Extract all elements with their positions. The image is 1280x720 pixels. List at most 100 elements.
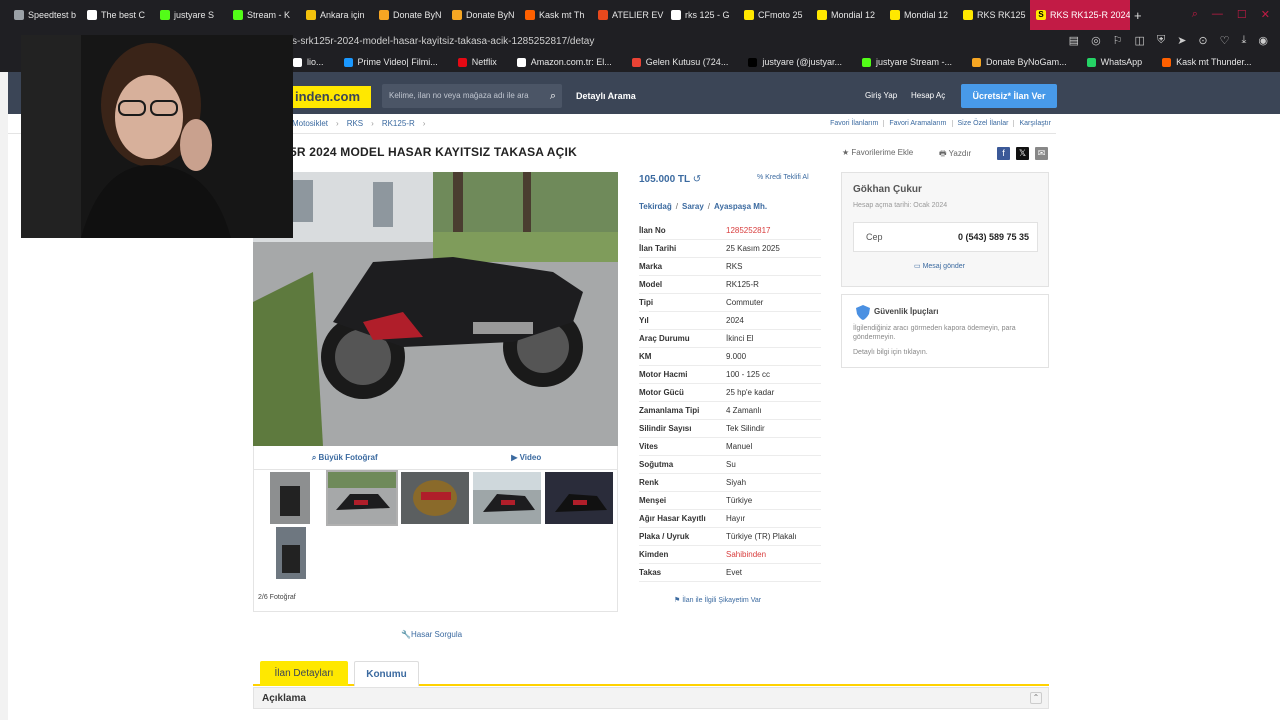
wrench-icon: 🔧: [401, 630, 411, 639]
heart-icon[interactable]: ♡: [1220, 34, 1230, 47]
thumbnail-3[interactable]: [401, 472, 469, 524]
chevron-up-icon[interactable]: ⌃: [1030, 692, 1042, 704]
new-tab-icon[interactable]: +: [1134, 8, 1142, 23]
thumbnail-4[interactable]: [473, 472, 541, 524]
compare-link[interactable]: Karşılaştır: [1013, 120, 1056, 127]
bookmark-item[interactable]: Kask mt Thunder...: [1162, 57, 1251, 67]
url-field[interactable]: s-srk125r-2024-model-hasar-kayitsiz-taka…: [292, 36, 594, 47]
breadcrumb-item[interactable]: RK125-R: [382, 119, 415, 128]
attribute-row: Motor Gücü 25 hp'e kadar: [639, 384, 821, 402]
attribute-value[interactable]: 1285252817: [726, 226, 771, 235]
special-listings-link[interactable]: Size Özel İlanlar: [951, 120, 1014, 127]
bookmark-item[interactable]: WhatsApp: [1086, 57, 1142, 67]
browser-tab[interactable]: rks 125 - G: [665, 0, 738, 30]
thumbnail-6[interactable]: [276, 527, 306, 579]
bookmark-item[interactable]: Prime Video| Filmi...: [343, 57, 438, 67]
bookmark-item[interactable]: Amazon.com.tr: El...: [516, 57, 612, 67]
print-button[interactable]: 🖶 Yazdır: [939, 148, 971, 162]
video-tab[interactable]: ▶ Video: [436, 453, 618, 462]
browser-tab[interactable]: CFmoto 25: [738, 0, 811, 30]
send-message-button[interactable]: ▭ Mesaj gönder: [914, 262, 965, 270]
close-icon[interactable]: ✕: [1261, 8, 1270, 21]
large-photo-tab[interactable]: ⌕ Büyük Fotoğraf: [254, 453, 436, 463]
attribute-value: Commuter: [726, 298, 764, 307]
thumbnail-1[interactable]: [270, 472, 310, 524]
browser-tab[interactable]: Donate ByN: [446, 0, 519, 30]
post-ad-button[interactable]: Ücretsiz* İlan Ver: [961, 84, 1057, 108]
favorite-listings-link[interactable]: Favori İlanlarım: [825, 120, 883, 127]
site-search-input[interactable]: Kelime, ilan no veya mağaza adı ile ara …: [382, 84, 562, 108]
search-icon[interactable]: ⌕: [550, 84, 556, 108]
pin-icon[interactable]: ⊙: [1198, 34, 1207, 47]
browser-tab[interactable]: Donate ByN: [373, 0, 446, 30]
tab-listing-details[interactable]: İlan Detayları: [260, 661, 348, 686]
sidebar-icon[interactable]: ▤: [1069, 34, 1079, 47]
facebook-icon[interactable]: f: [997, 147, 1010, 160]
loan-offer-link[interactable]: % Kredi Teklifi Al: [757, 174, 809, 181]
location-city[interactable]: Tekirdağ: [639, 202, 672, 211]
browser-tab[interactable]: Stream - K: [227, 0, 300, 30]
thumbnail-5[interactable]: [545, 472, 613, 524]
price-history-icon[interactable]: ↺: [693, 174, 701, 185]
browser-tab[interactable]: Speedtest b: [8, 0, 81, 30]
site-logo[interactable]: inden.com: [293, 86, 371, 108]
browser-tab[interactable]: Ankara için: [300, 0, 373, 30]
browser-tab[interactable]: ATELIER EV: [592, 0, 665, 30]
browser-tab[interactable]: Mondial 12: [811, 0, 884, 30]
bookmark-item[interactable]: Donate ByNoGam...: [972, 57, 1067, 67]
attribute-value: RKS: [726, 262, 743, 271]
browser-tab[interactable]: RKS RK125: [957, 0, 1030, 30]
report-listing-link[interactable]: ⚑ İlan ile İlgili Şikayetim Var: [674, 596, 761, 604]
breadcrumb-item[interactable]: Motosiklet: [292, 119, 328, 128]
bookmark-item[interactable]: Netflix: [457, 57, 497, 67]
attribute-value: 25 hp'e kadar: [726, 388, 775, 397]
bookmark-item[interactable]: justyare Stream -...: [862, 57, 952, 67]
phone-number[interactable]: 0 (543) 589 75 35: [958, 232, 1029, 242]
attribute-row: Zamanlama Tipi 4 Zamanlı: [639, 402, 821, 420]
bookmark-item[interactable]: Gelen Kutusu (724...: [631, 57, 728, 67]
bookmark-icon[interactable]: ⚐: [1113, 34, 1123, 47]
main-photo[interactable]: [253, 172, 618, 446]
thumbnail-2[interactable]: [326, 470, 398, 526]
bookmark-favicon-icon: [1086, 57, 1096, 67]
email-icon[interactable]: ✉: [1035, 147, 1048, 160]
extensions-icon[interactable]: ◫: [1135, 34, 1145, 47]
add-favorite-button[interactable]: ★ Favorilerime Ekle: [842, 148, 913, 157]
register-link[interactable]: Hesap Aç: [911, 91, 945, 100]
screenshot-icon[interactable]: ◎: [1091, 34, 1101, 47]
security-tips-link[interactable]: Detaylı bilgi için tıklayın.: [853, 349, 928, 356]
listing-location: Tekirdağ / Saray / Ayaspaşa Mh.: [639, 202, 768, 211]
maximize-icon[interactable]: ☐: [1237, 8, 1247, 21]
location-district[interactable]: Saray: [682, 202, 704, 211]
browser-tab[interactable]: The best C: [81, 0, 154, 30]
damage-query-link[interactable]: 🔧Hasar Sorgula: [401, 630, 462, 639]
download-icon[interactable]: ⤓: [1242, 34, 1247, 47]
search-tabs-icon[interactable]: ⌕: [1192, 8, 1198, 21]
bookmark-item[interactable]: justyare (@justyar...: [748, 57, 842, 67]
attribute-table: İlan No 1285252817 İlan Tarihi 25 Kasım 202…: [639, 222, 821, 582]
login-link[interactable]: Giriş Yap: [865, 91, 897, 100]
tab-label: CFmoto 25: [758, 10, 803, 20]
description-header[interactable]: Açıklama ⌃: [253, 687, 1049, 709]
attribute-value: 4 Zamanlı: [726, 406, 762, 415]
browser-tab-active[interactable]: S RKS RK125-R 2024 M: [1030, 0, 1130, 30]
security-tips-title: Güvenlik İpuçları: [874, 307, 939, 316]
send-icon[interactable]: ➤: [1177, 34, 1186, 47]
profile-icon[interactable]: ◉: [1258, 34, 1268, 47]
browser-tab[interactable]: justyare S: [154, 0, 227, 30]
favorite-searches-link[interactable]: Favori Aramalarım: [883, 120, 951, 127]
attribute-value[interactable]: Sahibinden: [726, 550, 766, 559]
breadcrumb-item[interactable]: RKS: [347, 119, 363, 128]
shield-icon[interactable]: ⛨: [1157, 34, 1165, 47]
x-icon[interactable]: 𝕏: [1016, 147, 1029, 160]
browser-tab[interactable]: Mondial 12: [884, 0, 957, 30]
tab-label: Mondial 12: [831, 10, 876, 20]
bookmark-item[interactable]: lio...: [293, 57, 324, 67]
browser-tab[interactable]: Kask mt Th: [519, 0, 592, 30]
minimize-icon[interactable]: —: [1212, 8, 1223, 21]
seller-name[interactable]: Gökhan Çukur: [853, 184, 922, 195]
detailed-search-link[interactable]: Detaylı Arama: [576, 91, 636, 101]
location-neighborhood[interactable]: Ayaspaşa Mh.: [714, 202, 767, 211]
tab-location[interactable]: Konumu: [354, 661, 419, 686]
tab-label: Ankara için: [320, 10, 365, 20]
